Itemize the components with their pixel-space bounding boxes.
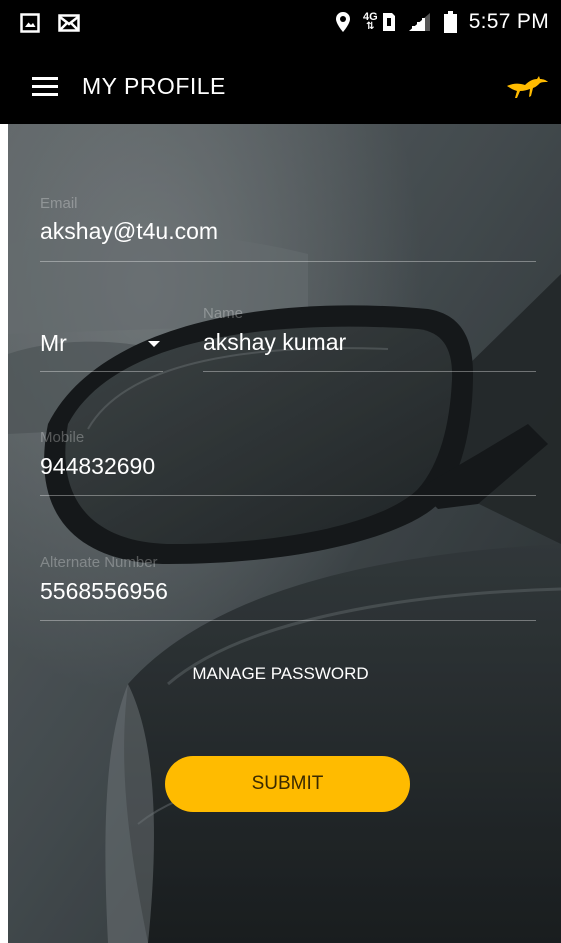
manage-password-link[interactable]: MANAGE PASSWORD	[0, 664, 561, 684]
gallery-icon	[20, 13, 40, 33]
battery-icon	[443, 11, 457, 33]
status-bar: 4G ⇅ 5:57 PM	[0, 0, 561, 50]
kangaroo-logo-icon	[507, 76, 548, 98]
email-label: Email	[40, 195, 78, 212]
name-field[interactable]	[203, 329, 535, 356]
salutation-underline	[40, 371, 163, 372]
app-bar: MY PROFILE	[0, 50, 561, 124]
signal-icon	[408, 13, 430, 31]
network-icon: 4G ⇅	[363, 12, 396, 32]
mobile-field[interactable]	[40, 453, 535, 480]
submit-button[interactable]: SUBMIT	[165, 756, 410, 812]
background-image	[8, 124, 561, 943]
mobile-underline	[40, 495, 536, 496]
location-icon	[336, 12, 350, 32]
email-underline	[40, 261, 536, 262]
alternate-number-field[interactable]	[40, 578, 535, 605]
name-underline	[203, 371, 536, 372]
sim-icon	[382, 13, 395, 31]
alternate-number-underline	[40, 620, 536, 621]
hamburger-menu-icon[interactable]	[32, 77, 58, 97]
chevron-down-icon	[148, 341, 160, 347]
page-title: MY PROFILE	[82, 73, 226, 99]
alternate-number-label: Alternate Number	[40, 554, 158, 571]
name-label: Name	[203, 305, 244, 322]
salutation-select[interactable]: Mr	[40, 318, 163, 372]
email-field[interactable]	[40, 218, 535, 245]
profile-screen: 4G ⇅ 5:57 PM MY PROFILE Email akshay@t4u…	[0, 0, 561, 943]
mail-icon	[58, 14, 80, 32]
salutation-value: Mr	[40, 330, 67, 356]
status-time: 5:57 PM	[468, 10, 549, 33]
mobile-label: Mobile	[40, 429, 85, 446]
